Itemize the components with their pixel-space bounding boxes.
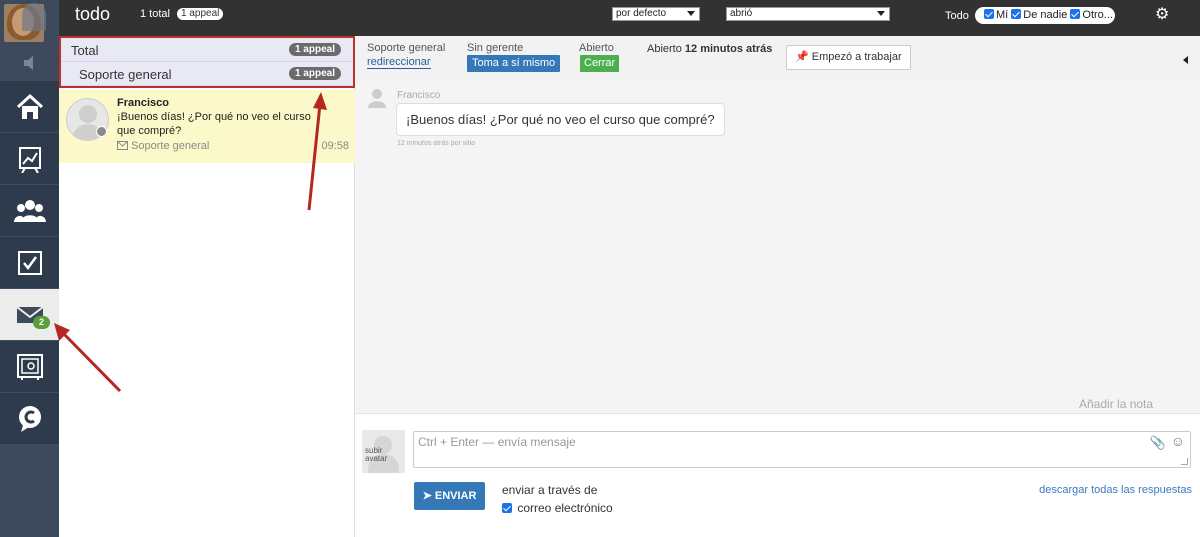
sidebar-item-mail[interactable] — [0, 289, 59, 341]
category-total[interactable]: Total 1 appeal — [61, 38, 353, 62]
safe-icon — [16, 353, 43, 380]
conversation-name: Francisco — [117, 97, 169, 109]
upload-avatar-label: subir avatar — [365, 446, 388, 463]
send-button[interactable]: ➤ ENVIAR — [414, 482, 485, 510]
conversation-source: Soporte general — [117, 140, 209, 152]
take-conversation-button[interactable]: Toma a sí mismo — [467, 55, 561, 72]
send-via-label: enviar a través de — [502, 483, 598, 497]
chart-icon — [18, 146, 41, 173]
add-note-link[interactable]: Añadir la nota — [1079, 397, 1153, 411]
redirect-link[interactable]: redireccionar — [367, 56, 431, 69]
message-placeholder: Ctrl + Enter — envía mensaje — [418, 435, 576, 449]
checkbox-checked-icon — [984, 9, 994, 19]
sidebar-item-home[interactable] — [0, 81, 59, 133]
status-select-value: abrió — [730, 8, 753, 19]
upload-avatar[interactable]: subir avatar — [362, 430, 405, 473]
envelope-icon — [117, 141, 128, 150]
checkbox-checked-icon — [1011, 9, 1022, 19]
message-author: Francisco — [397, 90, 441, 101]
conversation-list-panel: Total 1 appeal Soporte general 1 appeal … — [59, 36, 355, 537]
checkbox-checked-icon[interactable] — [502, 503, 512, 513]
chat-logo-icon — [18, 405, 41, 432]
collapse-panel-icon[interactable] — [1183, 56, 1188, 64]
message-input[interactable]: Ctrl + Enter — envía mensaje 📎 ☺ — [413, 431, 1191, 468]
page-title: todo — [75, 4, 111, 24]
conversation-time: 09:58 — [321, 140, 349, 152]
gear-icon[interactable]: ⚙ — [1155, 4, 1169, 24]
filter-checkbox-mi[interactable]: Mí — [984, 9, 1008, 21]
email-option[interactable]: correo electrónico — [502, 501, 613, 515]
home-icon — [16, 93, 43, 119]
manager-label: Sin gerente — [467, 42, 524, 54]
category-count-badge: 1 appeal — [288, 43, 341, 56]
user-avatar[interactable] — [0, 0, 59, 45]
top-bar: todo 1 total 1 appeal por defecto abrió … — [59, 0, 1200, 36]
chat-area: Francisco ¡Buenos días! ¿Por qué no veo … — [355, 78, 1200, 413]
paperclip-icon[interactable]: 📎 — [1150, 435, 1166, 451]
sidebar-item-stats[interactable] — [0, 133, 59, 185]
users-icon — [13, 199, 46, 222]
mail-count-badge: 2 — [33, 316, 50, 329]
sort-select-value: por defecto — [616, 8, 667, 19]
pin-icon: 📌 — [795, 51, 809, 63]
filter-label: Todo — [945, 10, 969, 22]
department-label: Soporte general — [367, 42, 446, 54]
message-meta: 12 minutos atrás por sitio — [397, 140, 476, 147]
status-dot — [96, 126, 107, 137]
download-answers-link[interactable]: descargar todas las respuestas — [1039, 484, 1192, 496]
chevron-down-icon — [687, 11, 695, 16]
checkbox-checked-icon — [1070, 9, 1081, 19]
tasks-icon — [17, 250, 42, 275]
resize-handle-icon[interactable] — [1181, 458, 1188, 465]
filter-checkbox-other[interactable]: Otro... — [1070, 9, 1113, 21]
total-count: 1 total — [140, 8, 170, 20]
sidebar-item-chat[interactable] — [0, 393, 59, 445]
category-label: Total — [71, 43, 99, 58]
category-count-badge: 1 appeal — [288, 67, 341, 80]
paper-plane-icon: ➤ — [422, 490, 432, 502]
compose-area: subir avatar Ctrl + Enter — envía mensaj… — [355, 413, 1200, 537]
conversation-item[interactable]: Francisco ¡Buenos días! ¿Por qué no veo … — [59, 90, 355, 163]
filter-checkbox-nobody[interactable]: De nadie — [1011, 9, 1067, 21]
smiley-icon[interactable]: ☺ — [1171, 433, 1185, 449]
ghost-avatar-icon — [22, 3, 46, 31]
speaker-icon — [24, 56, 33, 70]
start-work-button[interactable]: 📌 Empezó a trabajar — [786, 45, 911, 70]
opened-time: Abierto 12 minutos atrás — [647, 43, 773, 55]
category-soporte-general[interactable]: Soporte general 1 appeal — [61, 62, 353, 86]
sort-select[interactable]: por defecto — [612, 7, 700, 21]
category-label: Soporte general — [79, 67, 172, 82]
owner-filter: Mí De nadie Otro... — [975, 7, 1115, 24]
conversation-header: Soporte general redireccionar Sin gerent… — [355, 36, 1200, 78]
left-sidebar: 2 — [0, 0, 59, 537]
message-bubble: ¡Buenos días! ¿Por qué no veo el curso q… — [396, 103, 725, 136]
chevron-down-icon — [877, 11, 885, 16]
close-conversation-button[interactable]: Cerrar — [580, 55, 620, 72]
appeal-count-badge: 1 appeal — [177, 8, 224, 20]
sidebar-item-users[interactable] — [0, 185, 59, 237]
sidebar-item-tasks[interactable] — [0, 237, 59, 289]
sound-toggle[interactable] — [0, 45, 59, 81]
user-avatar-icon — [368, 89, 386, 108]
sidebar-item-safe[interactable] — [0, 341, 59, 393]
status-select[interactable]: abrió — [726, 7, 890, 21]
status-label: Abierto — [579, 42, 614, 54]
conversation-preview: ¡Buenos días! ¿Por qué no veo el curso q… — [117, 111, 311, 137]
